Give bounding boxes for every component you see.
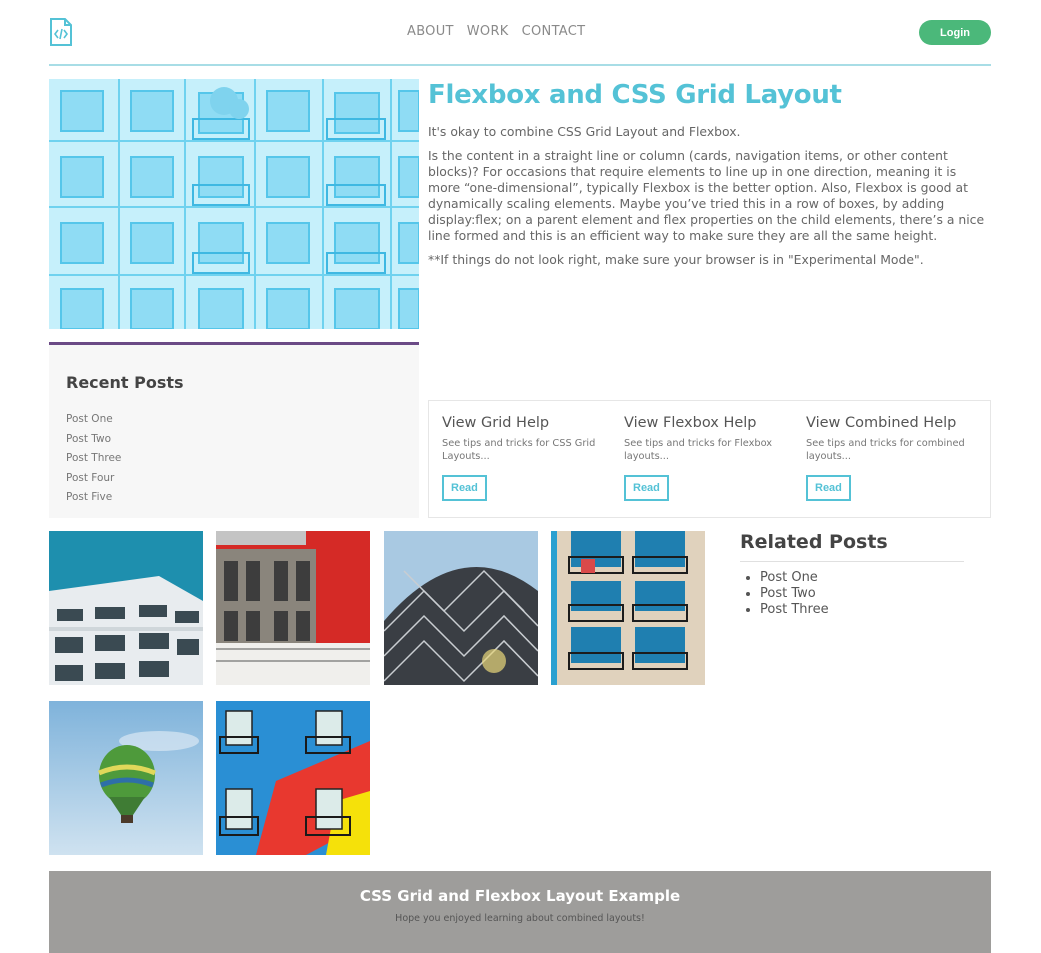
read-combined-button[interactable]: Read: [806, 475, 851, 501]
gallery-photo-blue-balconies: [551, 531, 705, 685]
read-grid-button[interactable]: Read: [442, 475, 487, 501]
help-card-title: View Combined Help: [806, 415, 957, 431]
related-posts: Related Posts Post One Post Two Post Thr…: [740, 531, 964, 618]
nav-work[interactable]: WORK: [467, 24, 509, 39]
footer-subtitle: Hope you enjoyed learning about combined…: [395, 913, 645, 924]
recent-posts-list: Post One Post Two Post Three Post Four P…: [66, 410, 402, 508]
code-file-icon[interactable]: [49, 18, 73, 46]
login-button[interactable]: Login: [919, 20, 991, 45]
hero-image-building-facade: [49, 79, 419, 329]
article: Flexbox and CSS Grid Layout It's okay to…: [428, 80, 988, 276]
nav-about[interactable]: ABOUT: [407, 24, 454, 39]
article-paragraph: It's okay to combine CSS Grid Layout and…: [428, 124, 741, 139]
help-card-title: View Grid Help: [442, 415, 550, 431]
recent-posts-title: Recent Posts: [66, 373, 184, 392]
related-posts-list: Post One Post Two Post Three: [740, 570, 964, 618]
recent-post-link[interactable]: Post Two: [66, 430, 402, 450]
article-title: Flexbox and CSS Grid Layout: [428, 80, 842, 110]
article-paragraph: Is the content in a straight line or col…: [428, 148, 985, 243]
gallery-photo-dome: [384, 531, 538, 685]
help-cards: View Grid Help See tips and tricks for C…: [428, 400, 991, 518]
header: ABOUT WORK CONTACT Login: [49, 0, 991, 66]
help-card-title: View Flexbox Help: [624, 415, 757, 431]
related-posts-title: Related Posts: [740, 531, 964, 562]
gallery-photo-red-building: [216, 531, 370, 685]
recent-post-link[interactable]: Post Three: [66, 449, 402, 469]
help-card-grid: View Grid Help See tips and tricks for C…: [429, 401, 611, 517]
help-card-text: See tips and tricks for Flexbox layouts.…: [624, 438, 773, 462]
help-card-flexbox: View Flexbox Help See tips and tricks fo…: [611, 401, 793, 517]
recent-post-link[interactable]: Post Four: [66, 469, 402, 489]
recent-post-link[interactable]: Post One: [66, 410, 402, 430]
related-post-link[interactable]: Post One: [760, 570, 964, 586]
recent-post-link[interactable]: Post Five: [66, 488, 402, 508]
main-nav: ABOUT WORK CONTACT: [407, 24, 585, 39]
article-paragraph: **If things do not look right, make sure…: [428, 252, 924, 267]
footer: CSS Grid and Flexbox Layout Example Hope…: [49, 871, 991, 953]
gallery-photo-colorful-balconies: [216, 701, 370, 855]
nav-contact[interactable]: CONTACT: [522, 24, 586, 39]
related-post-link[interactable]: Post Two: [760, 586, 964, 602]
read-flexbox-button[interactable]: Read: [624, 475, 669, 501]
gallery-photo-white-building: [49, 531, 203, 685]
gallery-photo-hot-air-balloon: [49, 701, 203, 855]
help-card-text: See tips and tricks for combined layouts…: [806, 438, 965, 462]
related-post-link[interactable]: Post Three: [760, 602, 964, 618]
footer-title: CSS Grid and Flexbox Layout Example: [359, 887, 681, 905]
recent-posts: Recent Posts Post One Post Two Post Thre…: [49, 342, 419, 518]
help-card-combined: View Combined Help See tips and tricks f…: [793, 401, 975, 517]
help-card-text: See tips and tricks for CSS Grid Layouts…: [442, 438, 596, 462]
